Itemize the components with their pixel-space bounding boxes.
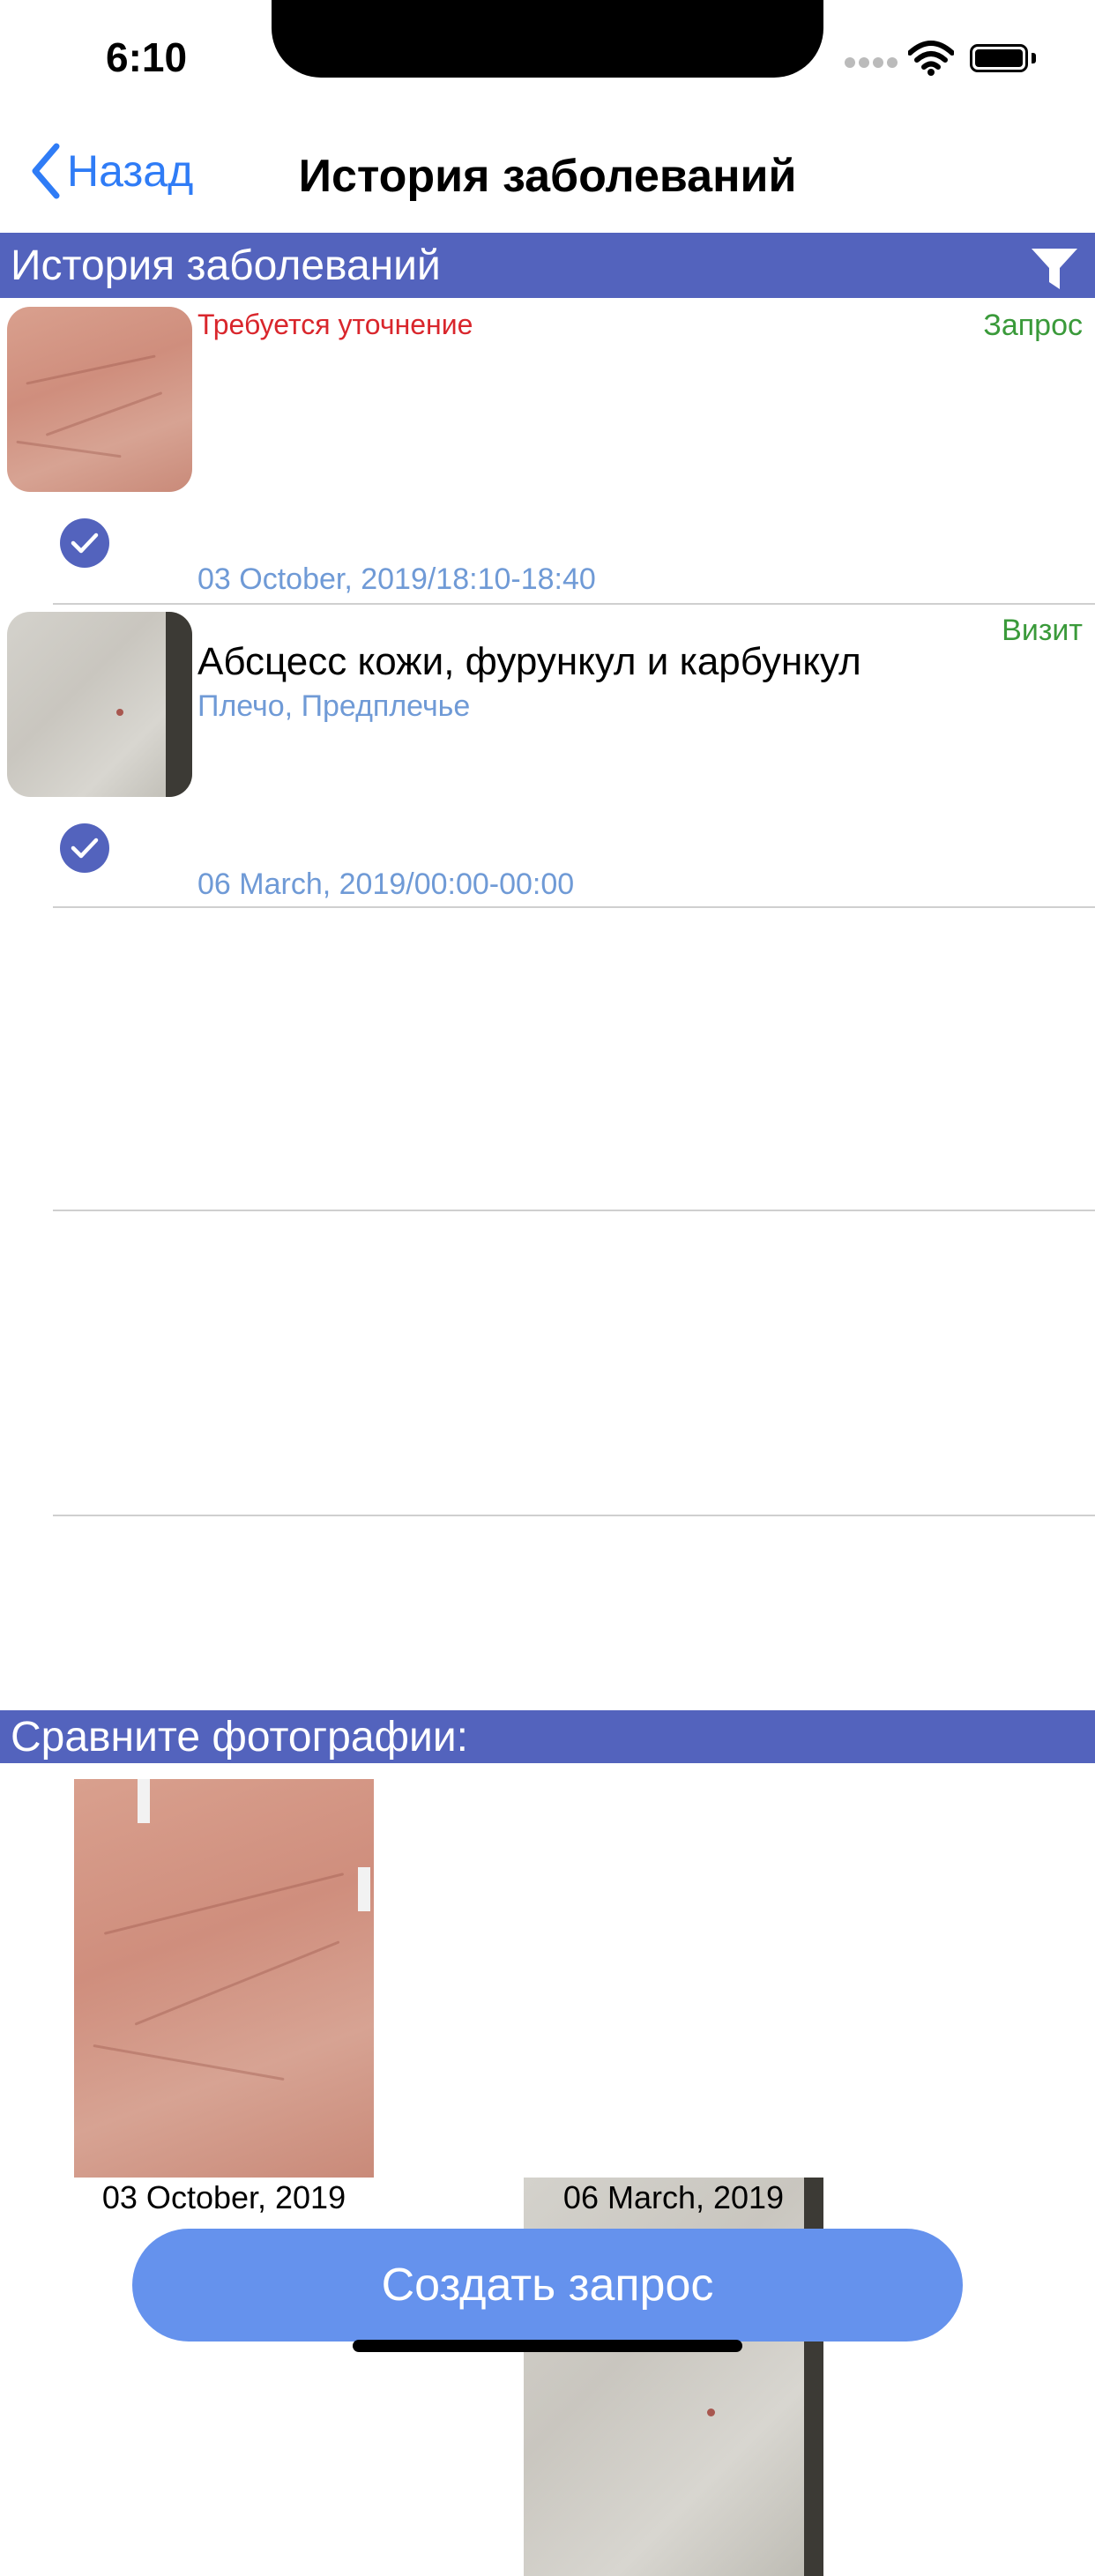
wifi-icon	[907, 41, 955, 80]
battery-tip	[1032, 53, 1036, 63]
record-checkbox[interactable]	[60, 823, 109, 873]
history-header-title: История заболеваний	[11, 242, 441, 289]
compare-title: Сравните фотографии:	[11, 1713, 468, 1761]
row-divider	[53, 1515, 1095, 1516]
record-type: Запрос	[983, 309, 1083, 342]
record-photo-thumbnail	[7, 612, 192, 797]
record-diagnosis: Абсцесс кожи, фурункул и карбункул	[197, 640, 861, 683]
compare-photo-1[interactable]	[74, 1779, 374, 2178]
checkmark-icon	[71, 838, 99, 859]
record-type: Визит	[1002, 614, 1083, 647]
device-notch	[272, 0, 823, 78]
compare-photo-2-caption: 06 March, 2019	[562, 2179, 785, 2215]
status-time: 6:10	[106, 34, 188, 80]
compare-photo-1-caption: 03 October, 2019	[101, 2179, 346, 2215]
history-record-1[interactable]: Требуется уточнение Запрос 03 October, 2…	[0, 300, 1095, 603]
signal-icon	[845, 56, 901, 72]
record-photo-thumbnail	[7, 307, 192, 492]
history-section-header: История заболеваний	[0, 233, 1095, 298]
page-title: История заболеваний	[298, 151, 797, 202]
checkmark-icon	[71, 532, 99, 554]
home-indicator	[353, 2340, 742, 2352]
row-divider	[53, 906, 1095, 908]
record-date: 03 October, 2019/18:10-18:40	[197, 562, 596, 596]
row-divider	[53, 1210, 1095, 1211]
filter-icon[interactable]	[1030, 245, 1079, 297]
create-request-button[interactable]: Создать запрос	[132, 2229, 963, 2341]
battery-icon	[970, 44, 1028, 72]
compare-section-header: Сравните фотографии:	[0, 1710, 1095, 1763]
record-date: 06 March, 2019/00:00-00:00	[197, 867, 575, 901]
record-checkbox[interactable]	[60, 518, 109, 568]
record-location: Плечо, Предплечье	[197, 689, 471, 723]
record-status: Требуется уточнение	[197, 309, 473, 340]
history-record-2[interactable]: Визит Абсцесс кожи, фурункул и карбункул…	[0, 605, 1095, 908]
